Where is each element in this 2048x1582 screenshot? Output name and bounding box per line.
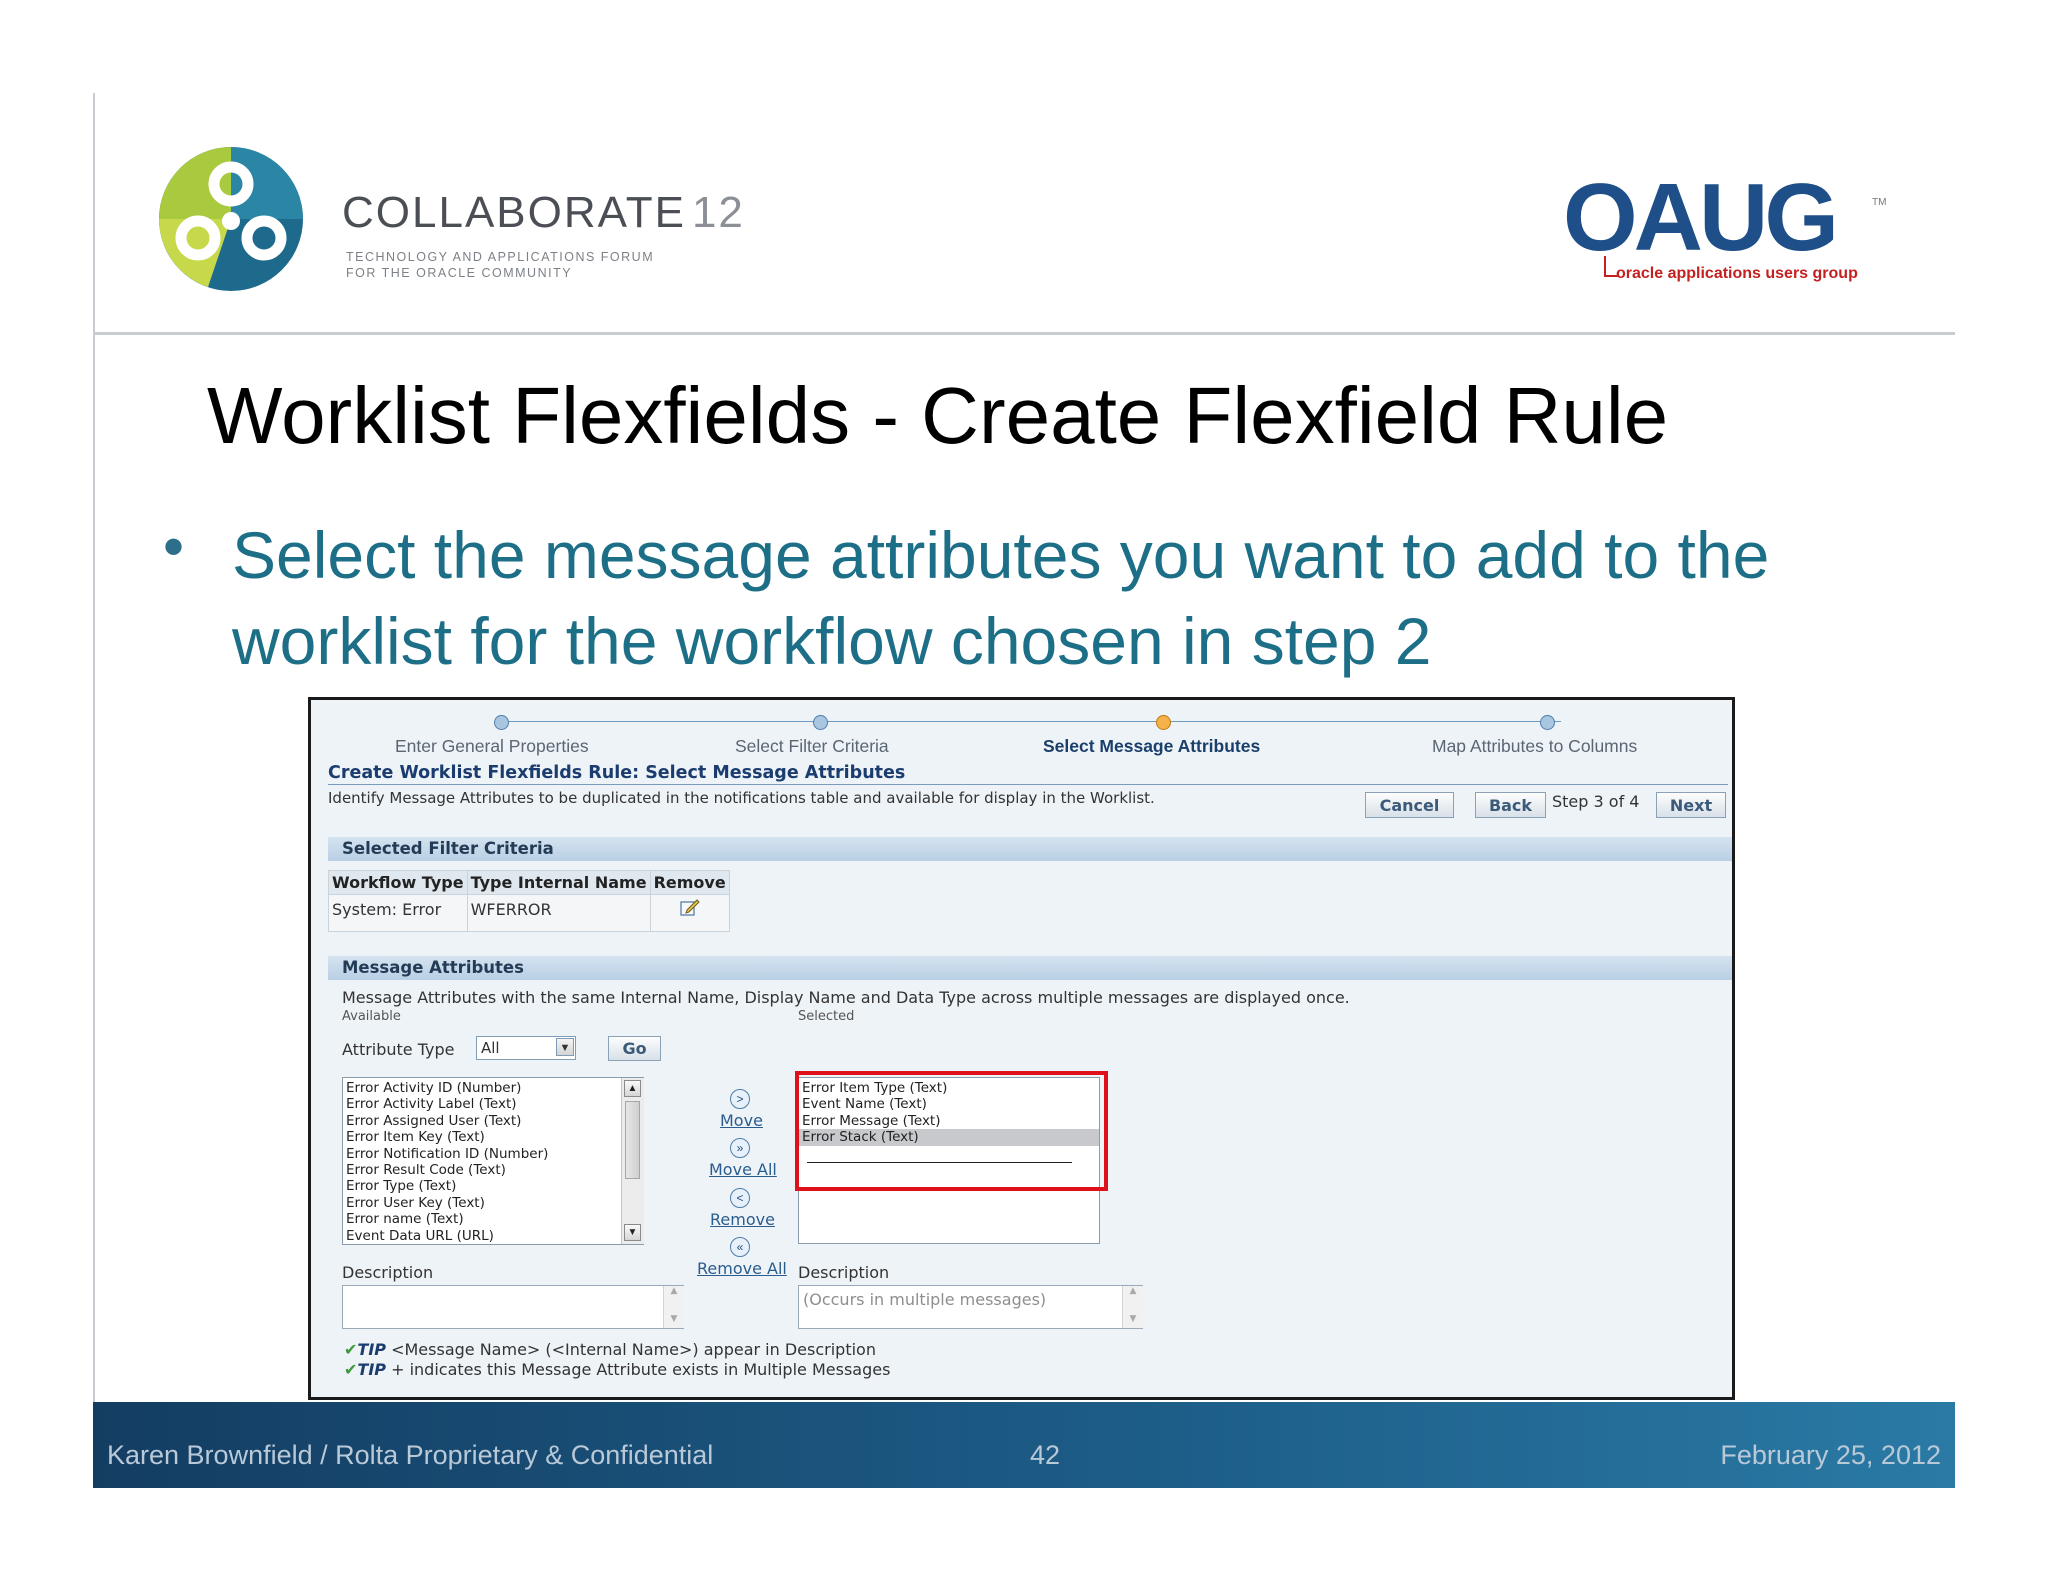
remove-cell — [649, 894, 730, 932]
selected-description-text: (Occurs in multiple messages) — [803, 1290, 1047, 1309]
collaborate-logo-icon — [159, 147, 303, 291]
scroll-up-icon[interactable]: ▲ — [624, 1080, 641, 1097]
collaborate-wordmark: COLLABORATE 12 — [342, 188, 745, 238]
collaborate-subtitle-line2: FOR THE ORACLE COMMUNITY — [346, 266, 573, 280]
heading-divider — [328, 784, 1728, 785]
selected-filter-criteria-header: Selected Filter Criteria — [328, 837, 1732, 861]
list-item[interactable]: Error Notification ID (Number) — [346, 1146, 643, 1162]
oaug-trademark: TM — [1872, 197, 1887, 208]
move-icon[interactable]: > — [730, 1089, 750, 1109]
train-step-1-dot-icon[interactable] — [494, 715, 509, 730]
tip-label: TIP — [357, 1340, 386, 1359]
table-row: System: Error WFERROR — [328, 894, 730, 932]
footer-author: Karen Brownfield / Rolta Proprietary & C… — [107, 1440, 714, 1470]
train-step-4-dot-icon — [1540, 715, 1555, 730]
available-list-scrollbar[interactable]: ▲ ▼ — [621, 1078, 644, 1244]
back-button[interactable]: Back — [1475, 792, 1546, 818]
app-screenshot-panel: Enter General Properties Select Filter C… — [308, 697, 1735, 1400]
list-item[interactable]: Error Type (Text) — [346, 1178, 643, 1194]
slide-footer: Karen Brownfield / Rolta Proprietary & C… — [93, 1402, 1955, 1488]
train-step-3-dot-icon — [1156, 715, 1171, 730]
chevron-down-icon[interactable]: ▼ — [556, 1038, 574, 1056]
tip-1: ✔TIP <Message Name> (<Internal Name>) ap… — [344, 1340, 876, 1359]
description-scrollbar[interactable]: ▲ ▼ — [663, 1286, 684, 1328]
collaborate-number: 12 — [691, 188, 745, 237]
remove-link[interactable]: Remove — [710, 1210, 775, 1229]
selected-description-box[interactable]: (Occurs in multiple messages) ▲ ▼ — [798, 1285, 1143, 1329]
tip-2: ✔TIP + indicates this Message Attribute … — [344, 1360, 890, 1379]
footer-page-number: 42 — [1030, 1440, 1061, 1470]
remove-edit-icon[interactable] — [678, 897, 702, 917]
move-link[interactable]: Move — [720, 1111, 763, 1130]
page-description: Identify Message Attributes to be duplic… — [328, 789, 1155, 807]
oaug-logo: OAUG — [1563, 164, 1839, 271]
slide-left-rule — [93, 93, 95, 1403]
list-item[interactable]: Error name (Text) — [346, 1211, 643, 1227]
next-button[interactable]: Next — [1656, 792, 1726, 818]
move-all-link[interactable]: Move All — [709, 1160, 777, 1179]
tip-label: TIP — [357, 1360, 386, 1379]
filter-criteria-table: Workflow Type Type Internal Name Remove … — [328, 870, 730, 932]
footer-date: February 25, 2012 — [1720, 1440, 1941, 1470]
highlight-box — [795, 1071, 1108, 1191]
bullet-icon: • — [163, 513, 185, 580]
tip-text: + indicates this Message Attribute exist… — [391, 1360, 891, 1379]
train-connector — [501, 721, 1561, 722]
cancel-button[interactable]: Cancel — [1365, 792, 1454, 818]
slide-title: Worklist Flexfields - Create Flexfield R… — [207, 371, 1669, 460]
train-step-1-label[interactable]: Enter General Properties — [395, 736, 589, 757]
cell-internal-name: WFERROR — [466, 894, 651, 932]
go-button[interactable]: Go — [608, 1036, 661, 1061]
page-heading: Create Worklist Flexfields Rule: Select … — [328, 763, 906, 783]
list-item[interactable]: Error Activity ID (Number) — [346, 1080, 643, 1096]
scrollbar-thumb[interactable] — [625, 1101, 640, 1179]
list-item[interactable]: Error Result Code (Text) — [346, 1162, 643, 1178]
table-header-row: Workflow Type Type Internal Name Remove — [328, 870, 730, 895]
step-indicator: Step 3 of 4 — [1552, 792, 1640, 811]
available-list[interactable]: Error Activity ID (Number) Error Activit… — [342, 1077, 644, 1245]
message-attributes-note: Message Attributes with the same Interna… — [342, 988, 1350, 1007]
description-scrollbar[interactable]: ▲ ▼ — [1122, 1286, 1143, 1328]
check-icon: ✔ — [344, 1360, 358, 1379]
train-step-2-dot-icon[interactable] — [813, 715, 828, 730]
remove-icon[interactable]: < — [730, 1188, 750, 1208]
train-step-3-label: Select Message Attributes — [1043, 736, 1261, 756]
attribute-type-label: Attribute Type — [342, 1040, 455, 1059]
collaborate-word: COLLABORATE — [342, 188, 686, 237]
message-attributes-header: Message Attributes — [328, 956, 1732, 980]
list-item[interactable]: Error Item Key (Text) — [346, 1129, 643, 1145]
list-item[interactable]: Error User Key (Text) — [346, 1195, 643, 1211]
list-item[interactable]: Event Data URL (URL) — [346, 1228, 643, 1244]
oaug-tagline: oracle applications users group — [1616, 265, 1858, 282]
selected-description-label: Description — [798, 1263, 890, 1282]
selected-label: Selected — [798, 1009, 855, 1024]
column-type-internal-name: Type Internal Name — [466, 870, 651, 895]
available-description-box[interactable]: ▲ ▼ — [342, 1285, 684, 1329]
collaborate-subtitle-line1: TECHNOLOGY AND APPLICATIONS FORUM — [346, 250, 655, 264]
remove-all-link[interactable]: Remove All — [697, 1259, 787, 1278]
column-workflow-type: Workflow Type — [328, 870, 468, 895]
remove-all-icon[interactable]: « — [730, 1237, 750, 1257]
bullet-text: Select the message attributes you want t… — [232, 518, 1770, 678]
scroll-down-icon[interactable]: ▼ — [624, 1224, 641, 1241]
list-item[interactable]: Error Assigned User (Text) — [346, 1113, 643, 1129]
check-icon: ✔ — [344, 1340, 358, 1359]
available-label: Available — [342, 1009, 401, 1024]
cell-workflow-type: System: Error — [328, 894, 468, 932]
tip-text: <Message Name> (<Internal Name>) appear … — [391, 1340, 876, 1359]
train-step-4-label: Map Attributes to Columns — [1432, 736, 1638, 756]
slide-header-rule — [95, 332, 1955, 335]
move-all-icon[interactable]: » — [730, 1138, 750, 1158]
available-description-label: Description — [342, 1263, 434, 1282]
train-step-2-label[interactable]: Select Filter Criteria — [735, 736, 889, 757]
list-item[interactable]: Error Activity Label (Text) — [346, 1096, 643, 1112]
column-remove: Remove — [649, 870, 730, 895]
